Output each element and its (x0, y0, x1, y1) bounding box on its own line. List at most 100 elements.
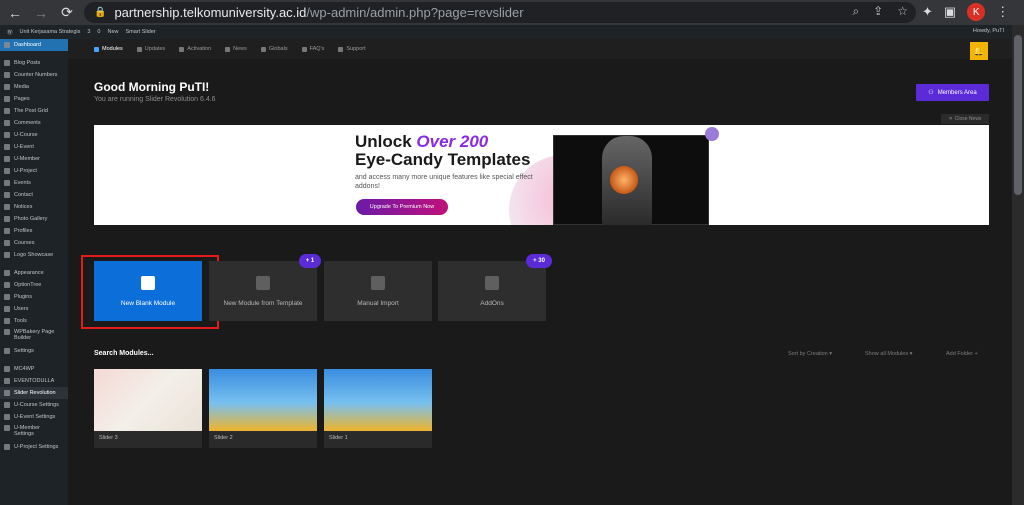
sidebar-item-contact[interactable]: Contact (0, 189, 68, 201)
site-name[interactable]: Unit Kerjasama Strategis (20, 29, 81, 35)
premium-banner[interactable]: Unlock Over 200 Eye-Candy Templates and … (94, 125, 989, 225)
back-icon[interactable]: ← (4, 2, 26, 24)
sidebar-item-logo-showcase[interactable]: Logo Showcase (0, 249, 68, 261)
upgrade-premium-button[interactable]: Upgrade To Premium Now (356, 199, 448, 215)
wrench-icon (4, 318, 10, 324)
sidebar-item-courses[interactable]: Courses (0, 237, 68, 249)
sidebar-item-u-event-settings[interactable]: U-Event Settings (0, 411, 68, 423)
new-blank-module-button[interactable]: New Blank Module (94, 261, 202, 321)
sidebar-item-users[interactable]: Users (0, 303, 68, 315)
sidebar-item-comments[interactable]: Comments (0, 117, 68, 129)
scrollbar-thumb[interactable] (1014, 35, 1022, 195)
comments-count[interactable]: 0 (97, 29, 100, 35)
addons-button[interactable]: AddOns (438, 261, 546, 321)
show-dropdown[interactable]: Show all Modules ▾ (865, 351, 912, 357)
tab-globals[interactable]: Globals (260, 46, 288, 52)
tab-activation[interactable]: Activation (179, 46, 211, 52)
sidebar-item-optiontree[interactable]: OptionTree (0, 279, 68, 291)
add-folder-button[interactable]: Add Folder + (946, 351, 978, 357)
gear-icon (4, 402, 10, 408)
user-icon: ⚇ (928, 90, 934, 96)
members-area-button[interactable]: ⚇ Members Area (916, 84, 989, 101)
sidebar-item-u-project[interactable]: U-Project (0, 165, 68, 177)
wp-admin-bar: Ⓦ Unit Kerjasama Strategis 3 0 New Smart… (0, 25, 1012, 39)
module-card[interactable]: Slider 1 (324, 369, 432, 448)
sidebar-item-post-grid[interactable]: The Post Grid (0, 105, 68, 117)
menu-icon[interactable]: ⋮ (996, 4, 1009, 20)
forward-icon[interactable]: → (30, 2, 52, 24)
manual-import-button[interactable]: Manual Import (324, 261, 432, 321)
howdy-user[interactable]: Howdy, PuTI (973, 28, 1004, 34)
omnibox-icons: ⌕ ⇪ ☆ (852, 4, 908, 19)
sidebar-item-slider-revolution[interactable]: Slider Revolution (0, 387, 68, 399)
mail-icon (4, 366, 10, 372)
key-icon (179, 46, 185, 52)
browser-toolbar: ← → ⟳ 🔒 partnership.telkomuniversity.ac.… (0, 0, 1024, 25)
reload-icon[interactable]: ⟳ (56, 2, 78, 24)
pin-icon (4, 144, 10, 150)
banner-preview-image (553, 135, 709, 225)
pin-icon (4, 60, 10, 66)
tab-news[interactable]: News (225, 46, 247, 52)
sidebar-item-u-course[interactable]: U-Course (0, 129, 68, 141)
modules-icon (94, 46, 99, 52)
sidebar-item-pages[interactable]: Pages (0, 93, 68, 105)
address-bar[interactable]: 🔒 partnership.telkomuniversity.ac.id /wp… (84, 2, 916, 23)
sidebar-item-wpbakery[interactable]: WPBakery Page Builder (0, 327, 68, 345)
sidebar-item-u-member[interactable]: U-Member (0, 153, 68, 165)
gear-icon (4, 444, 10, 450)
module-card[interactable]: Slider 2 (209, 369, 317, 448)
sidebar-item-notices[interactable]: Notices (0, 201, 68, 213)
sidepanel-icon[interactable]: ▣ (944, 4, 956, 20)
sidebar-item-u-course-settings[interactable]: U-Course Settings (0, 399, 68, 411)
sidebar-item-tools[interactable]: Tools (0, 315, 68, 327)
glow-orb (610, 166, 638, 194)
smart-slider-link[interactable]: Smart Slider (126, 29, 156, 35)
sidebar-item-settings[interactable]: Settings (0, 345, 68, 357)
tab-updates[interactable]: Updates (136, 46, 165, 52)
share-icon[interactable]: ⇪ (873, 4, 883, 19)
pin-icon (4, 228, 10, 234)
sidebar-item-events[interactable]: Events (0, 177, 68, 189)
search-modules-input[interactable]: Search Modules... (94, 350, 154, 357)
revslider-nav: Modules Updates Activation News Globals … (68, 39, 1012, 60)
sidebar-item-u-member-settings[interactable]: U-Member Settings (0, 423, 68, 441)
calendar-icon (4, 378, 10, 384)
extensions-icon[interactable]: ✦ (922, 4, 933, 20)
wp-sidebar: Dashboard Blog Posts Counter Numbers Med… (0, 39, 68, 505)
profile-avatar[interactable]: K (967, 3, 986, 21)
settings-icon (4, 348, 10, 354)
import-icon (371, 275, 385, 290)
zoom-icon[interactable]: ⌕ (852, 4, 859, 19)
sidebar-item-media[interactable]: Media (0, 81, 68, 93)
updates-count[interactable]: 3 (87, 29, 90, 35)
wp-logo-icon[interactable]: Ⓦ (7, 28, 13, 36)
bookmark-star-icon[interactable]: ☆ (897, 4, 908, 19)
sidebar-item-counter-numbers[interactable]: Counter Numbers (0, 69, 68, 81)
sidebar-item-u-event[interactable]: U-Event (0, 141, 68, 153)
pin-icon (4, 156, 10, 162)
pages-icon (4, 96, 10, 102)
new-content[interactable]: New (107, 29, 118, 35)
sidebar-item-blog-posts[interactable]: Blog Posts (0, 57, 68, 69)
sidebar-item-appearance[interactable]: Appearance (0, 267, 68, 279)
module-card[interactable]: Slider 3 (94, 369, 202, 448)
chevron-down-icon: ▾ (829, 351, 833, 357)
sidebar-item-profiles[interactable]: Profiles (0, 225, 68, 237)
gear-icon (4, 282, 10, 288)
sidebar-item-plugins[interactable]: Plugins (0, 291, 68, 303)
pin-icon (4, 240, 10, 246)
sidebar-item-u-project-settings[interactable]: U-Project Settings (0, 441, 68, 453)
page-scrollbar[interactable] (1012, 25, 1024, 505)
new-module-template-button[interactable]: New Module from Template (209, 261, 317, 321)
sort-dropdown[interactable]: Sort by Creation ▾ (788, 351, 832, 357)
sidebar-item-photo-gallery[interactable]: Photo Gallery (0, 213, 68, 225)
sidebar-item-eventodulla[interactable]: EVENTODULLA (0, 375, 68, 387)
close-news-button[interactable]: ✕ Close News (941, 114, 989, 124)
sidebar-item-mc4wp[interactable]: MC4WP (0, 363, 68, 375)
tab-faqs[interactable]: FAQ's (301, 46, 324, 52)
notification-bell-icon[interactable]: 🔔 (970, 42, 988, 60)
tab-support[interactable]: Support (338, 46, 366, 52)
tab-modules[interactable]: Modules (94, 46, 123, 52)
sidebar-item-dashboard[interactable]: Dashboard (0, 39, 68, 51)
